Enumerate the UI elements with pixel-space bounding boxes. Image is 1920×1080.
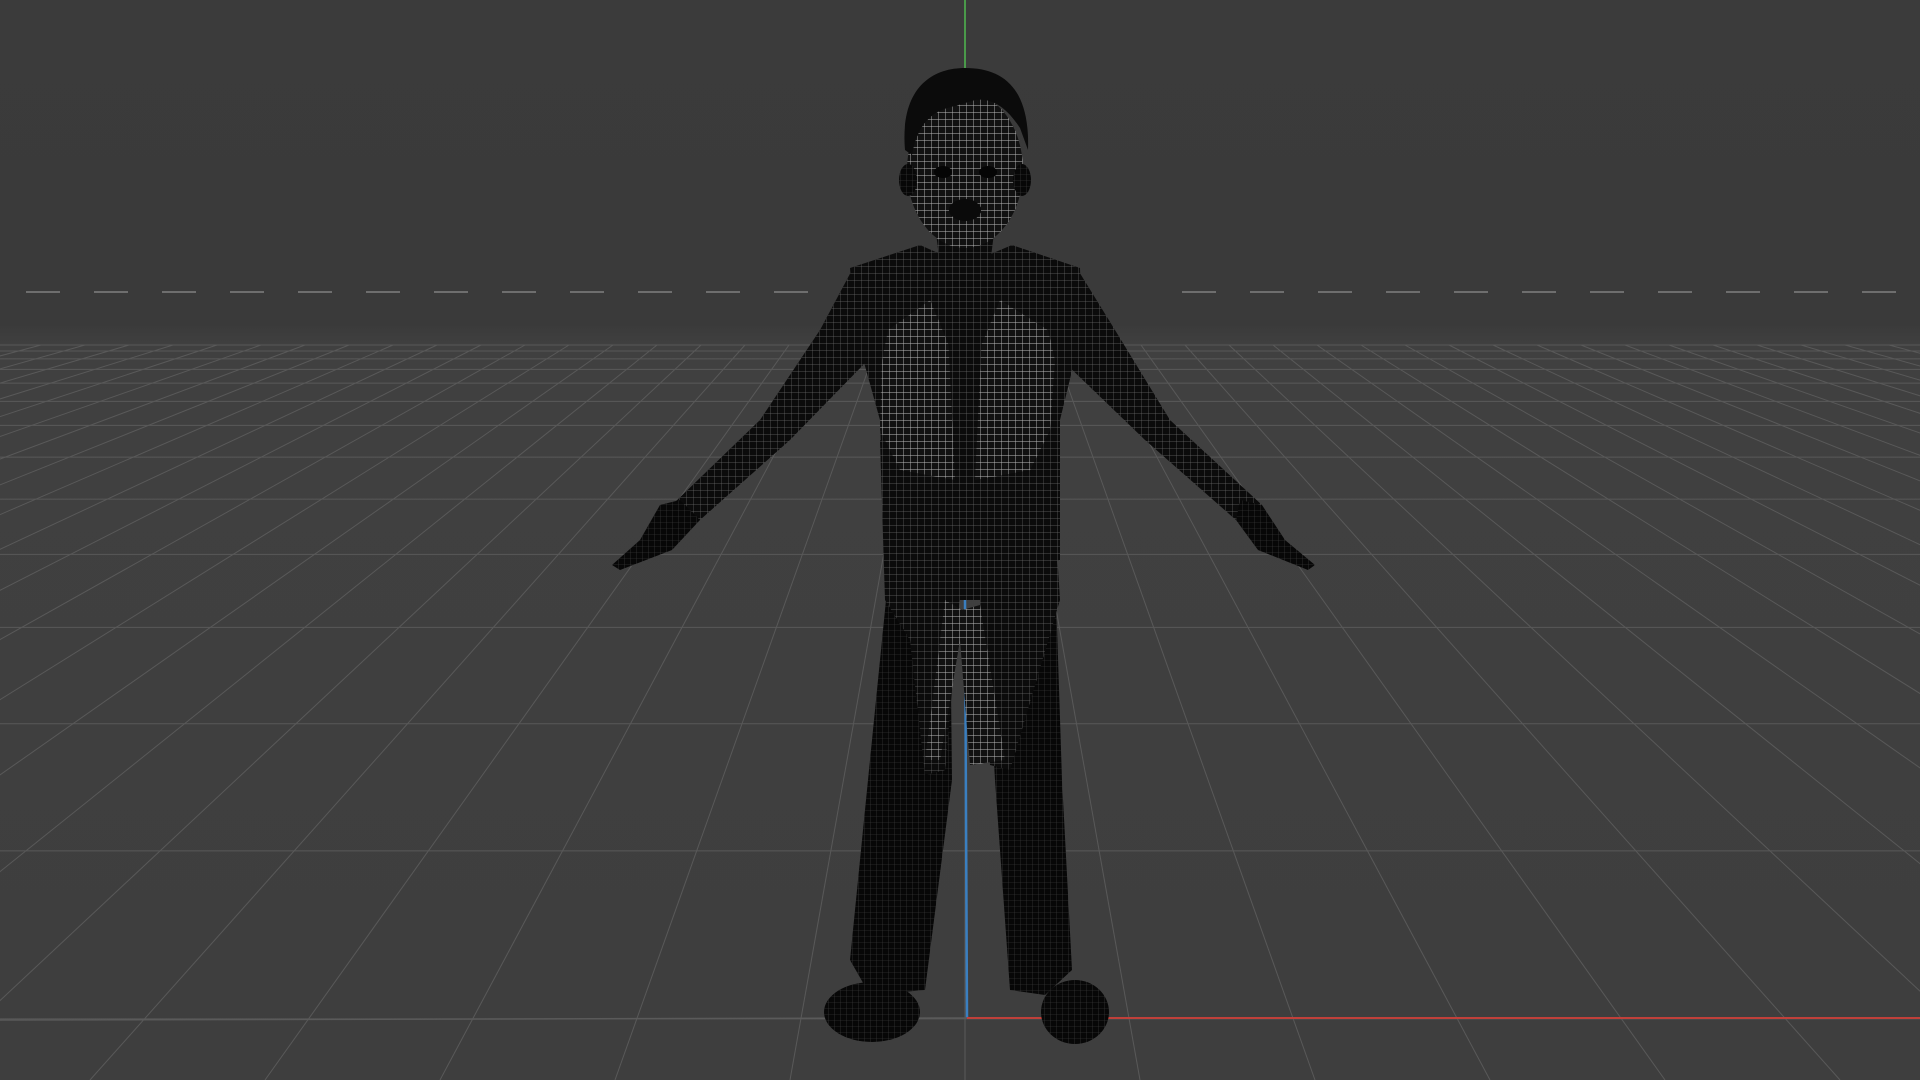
left-hand xyxy=(612,500,700,570)
grid-line-depth xyxy=(1360,344,1920,695)
right-eye xyxy=(979,166,997,178)
left-shoe xyxy=(824,982,920,1042)
grid-line-depth xyxy=(1756,344,1920,397)
grid-line-depth xyxy=(1668,344,1920,434)
grid-line-depth xyxy=(0,344,614,776)
grid-line-depth xyxy=(1800,344,1920,381)
grid-line-depth xyxy=(1624,344,1920,456)
grid-line-depth xyxy=(0,344,130,384)
left-arm xyxy=(672,270,880,520)
grid-line-depth xyxy=(1272,344,1920,865)
grid-line-depth xyxy=(0,344,174,400)
grid-line-depth xyxy=(0,344,350,486)
grid-line-depth xyxy=(439,344,834,1080)
grid-line-depth xyxy=(264,344,790,1080)
grid-line-depth xyxy=(0,344,702,1002)
right-shoe xyxy=(1041,980,1109,1044)
grid-line-depth xyxy=(1712,344,1920,414)
left-ear xyxy=(899,164,917,196)
viewport-canvas[interactable] xyxy=(0,0,1920,1080)
grid-line-depth xyxy=(0,344,42,357)
right-hand xyxy=(1236,500,1315,570)
grid-line-depth xyxy=(1140,344,1666,1080)
grid-line-depth xyxy=(1448,344,1920,586)
grid-line-depth xyxy=(1404,344,1920,635)
grid-line-depth xyxy=(0,344,438,550)
3d-viewport[interactable] xyxy=(0,0,1920,1080)
grid-line-depth xyxy=(0,344,570,701)
grid-line-depth xyxy=(1580,344,1920,482)
grid-line-depth xyxy=(0,344,394,516)
right-ear xyxy=(1013,164,1031,196)
grid-line-depth xyxy=(89,344,746,1080)
grid-line-depth xyxy=(1096,344,1491,1080)
left-eye xyxy=(934,166,952,178)
grid-line-depth xyxy=(0,344,482,591)
grid-line-depth xyxy=(0,344,86,370)
grid-line-depth xyxy=(0,344,262,438)
grid-line-depth xyxy=(0,344,526,641)
mouth xyxy=(949,199,981,221)
grid-line-depth xyxy=(1888,344,1920,354)
grid-line-depth xyxy=(0,344,306,460)
grid-line-depth xyxy=(1316,344,1920,769)
grid-line-depth xyxy=(1184,344,1841,1080)
grid-line-depth xyxy=(1228,344,1920,992)
